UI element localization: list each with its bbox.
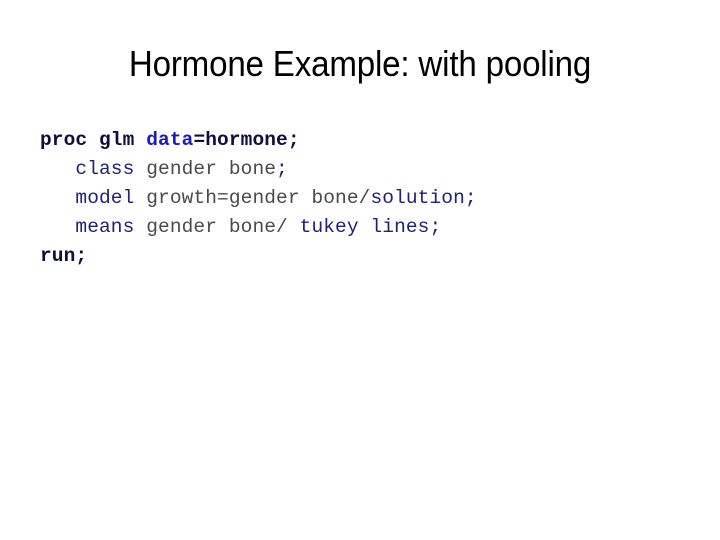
slide-canvas: Hormone Example: with pooling proc glm d… [0, 0, 720, 540]
code-token: proc glm [40, 129, 147, 151]
code-token: means [75, 216, 135, 238]
code-token: =hormone; [193, 129, 300, 151]
code-line: class gender bone; [40, 155, 477, 184]
code-token: run; [40, 245, 88, 267]
code-token: tukey lines; [299, 216, 442, 238]
sas-code-block: proc glm data=hormone; class gender bone… [40, 126, 477, 271]
code-token: solution; [370, 187, 477, 209]
code-line: run; [40, 242, 477, 271]
code-token: class [75, 158, 135, 180]
code-token: model [75, 187, 135, 209]
page-title: Hormone Example: with pooling [128, 43, 592, 84]
code-token: gender bone/ [134, 216, 300, 238]
code-line: model growth=gender bone/solution; [40, 184, 477, 213]
code-token: ; [276, 158, 288, 180]
code-token: growth=gender bone/ [134, 187, 371, 209]
code-token: data [146, 129, 194, 151]
code-token: gender bone [134, 158, 277, 180]
code-line: proc glm data=hormone; [40, 126, 477, 155]
code-line: means gender bone/ tukey lines; [40, 213, 477, 242]
